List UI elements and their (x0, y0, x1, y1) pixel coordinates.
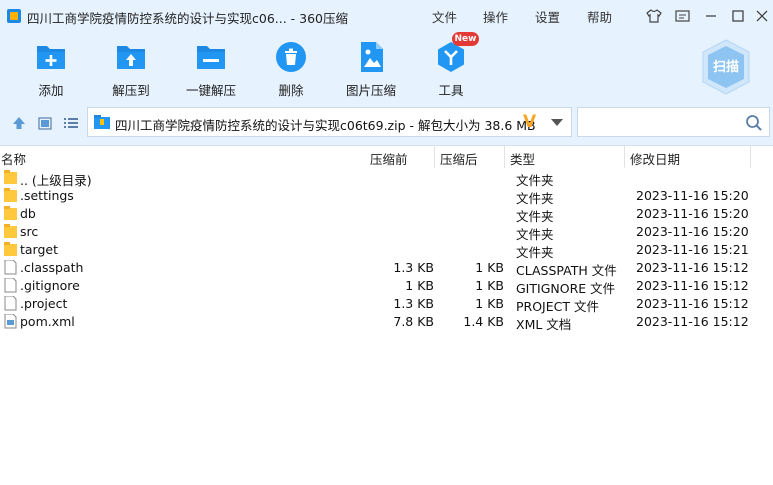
delete-label: 删除 (278, 83, 304, 98)
file-name: src (20, 224, 39, 239)
file-name: .project (20, 296, 68, 311)
menu-file[interactable]: 文件 (432, 7, 457, 26)
image-compress-label: 图片压缩 (345, 83, 396, 98)
title-bar: 四川工商学院疫情防控系统的设计与实现c06... - 360压缩 文件 操作 设… (0, 0, 773, 32)
tools-label: 工具 (438, 83, 464, 98)
new-badge: New (452, 32, 479, 46)
file-row[interactable]: .classpath 1.3 KB 1 KB CLASSPATH 文件 2023… (0, 259, 773, 278)
col-modified[interactable]: 修改日期 (630, 149, 680, 168)
scan-button[interactable]: 扫描 (700, 38, 752, 96)
file-row[interactable]: pom.xml 7.8 KB 1.4 KB XML 文档 2023-11-16 … (0, 313, 773, 332)
file-name: .settings (20, 188, 74, 203)
zip-file-icon (94, 115, 110, 129)
file-size-before: 1.3 KB (393, 260, 434, 275)
file-date: 2023-11-16 15:20 (636, 188, 749, 203)
scan-label: 扫描 (712, 60, 739, 75)
address-bar[interactable]: 四川工商学院疫情防控系统的设计与实现c06t69.zip - 解包大小为 38.… (87, 107, 572, 137)
column-divider[interactable] (504, 146, 505, 168)
one-click-extract-button[interactable]: 一键解压 (169, 40, 253, 99)
close-icon[interactable] (753, 7, 771, 25)
file-row[interactable]: .gitignore 1 KB 1 KB GITIGNORE 文件 2023-1… (0, 277, 773, 296)
file-date: 2023-11-16 15:12 (636, 296, 749, 311)
extract-to-label: 解压到 (112, 83, 150, 98)
file-size-after: 1 KB (475, 260, 504, 275)
maximize-icon[interactable] (729, 7, 747, 25)
delete-button[interactable]: 删除 (249, 40, 333, 99)
up-arrow-icon[interactable] (11, 115, 27, 131)
add-button[interactable]: 添加 (9, 40, 93, 99)
document-icon (4, 278, 17, 293)
image-compress-button[interactable]: 图片压缩 (329, 40, 413, 99)
extract-to-icon (117, 46, 145, 69)
file-row[interactable]: src 文件夹 2023-11-16 15:20 (0, 223, 773, 242)
file-date: 2023-11-16 15:12 (636, 314, 749, 329)
file-size-after: 1 KB (475, 296, 504, 311)
folder-icon (4, 224, 17, 238)
document-icon (4, 260, 17, 275)
file-row[interactable]: .project 1.3 KB 1 KB PROJECT 文件 2023-11-… (0, 295, 773, 314)
folder-icon (4, 206, 17, 220)
col-compressed-after[interactable]: 压缩后 (440, 149, 478, 168)
file-size-after: 1 KB (475, 278, 504, 293)
v-badge-icon[interactable]: V (523, 112, 536, 132)
file-size-after: 1.4 KB (463, 314, 504, 329)
address-row: 四川工商学院疫情防控系统的设计与实现c06t69.zip - 解包大小为 38.… (0, 102, 773, 146)
document-icon (4, 296, 17, 311)
col-name[interactable]: 名称 (1, 149, 26, 168)
file-row[interactable]: .. (上级目录) 文件夹 (0, 169, 773, 188)
folder-icon (4, 188, 17, 202)
file-date: 2023-11-16 15:20 (636, 224, 749, 239)
file-row[interactable]: db 文件夹 2023-11-16 15:20 (0, 205, 773, 224)
file-name: db (20, 206, 36, 221)
delete-icon (276, 42, 306, 72)
list-view-icon[interactable] (63, 115, 79, 131)
file-date: 2023-11-16 15:12 (636, 260, 749, 275)
archive-path-text: 四川工商学院疫情防控系统的设计与实现c06t69.zip - 解包大小为 38.… (115, 118, 536, 133)
file-name: pom.xml (20, 314, 75, 329)
add-icon (37, 46, 65, 69)
tools-button[interactable]: 工具 (409, 40, 493, 99)
menu-operate[interactable]: 操作 (483, 7, 508, 26)
add-label: 添加 (38, 83, 64, 98)
app-logo-icon (7, 9, 21, 23)
thumbnail-view-icon[interactable] (37, 115, 53, 131)
extract-to-button[interactable]: 解压到 (89, 40, 173, 99)
file-name: .classpath (20, 260, 84, 275)
minimize-icon[interactable] (702, 7, 720, 25)
file-size-before: 1.3 KB (393, 296, 434, 311)
file-name: .gitignore (20, 278, 80, 293)
file-date: 2023-11-16 15:20 (636, 206, 749, 221)
one-click-extract-icon (197, 46, 225, 69)
file-date: 2023-11-16 15:21 (636, 242, 749, 257)
column-divider[interactable] (750, 146, 751, 168)
file-size-before: 1 KB (405, 278, 434, 293)
toolbar: 添加 解压到 一键解压 删除 图片压缩 工具 New 扫描 (0, 32, 773, 102)
file-row[interactable]: target 文件夹 2023-11-16 15:21 (0, 241, 773, 260)
folder-icon (4, 170, 17, 184)
search-icon[interactable] (745, 114, 763, 132)
menu-help[interactable]: 帮助 (587, 7, 612, 26)
file-size-before: 7.8 KB (393, 314, 434, 329)
window-title: 四川工商学院疫情防控系统的设计与实现c06... - 360压缩 (27, 11, 349, 26)
folder-icon (4, 242, 17, 256)
column-divider[interactable] (434, 146, 435, 168)
file-date: 2023-11-16 15:12 (636, 278, 749, 293)
skin-shirt-icon[interactable] (645, 7, 663, 25)
chevron-down-icon[interactable] (551, 119, 563, 126)
col-compressed-before[interactable]: 压缩前 (370, 149, 408, 168)
column-divider[interactable] (624, 146, 625, 168)
xml-file-icon (4, 314, 17, 329)
search-input[interactable] (577, 107, 770, 137)
feedback-icon[interactable] (673, 7, 691, 25)
column-header: 名称 压缩前 压缩后 类型 修改日期 (0, 146, 773, 168)
image-compress-icon (361, 42, 383, 72)
one-click-extract-label: 一键解压 (185, 83, 236, 98)
file-type: XML 文档 (516, 317, 572, 332)
file-name: target (20, 242, 59, 257)
menu-settings[interactable]: 设置 (535, 7, 560, 26)
file-row[interactable]: .settings 文件夹 2023-11-16 15:20 (0, 187, 773, 206)
col-type[interactable]: 类型 (510, 149, 535, 168)
